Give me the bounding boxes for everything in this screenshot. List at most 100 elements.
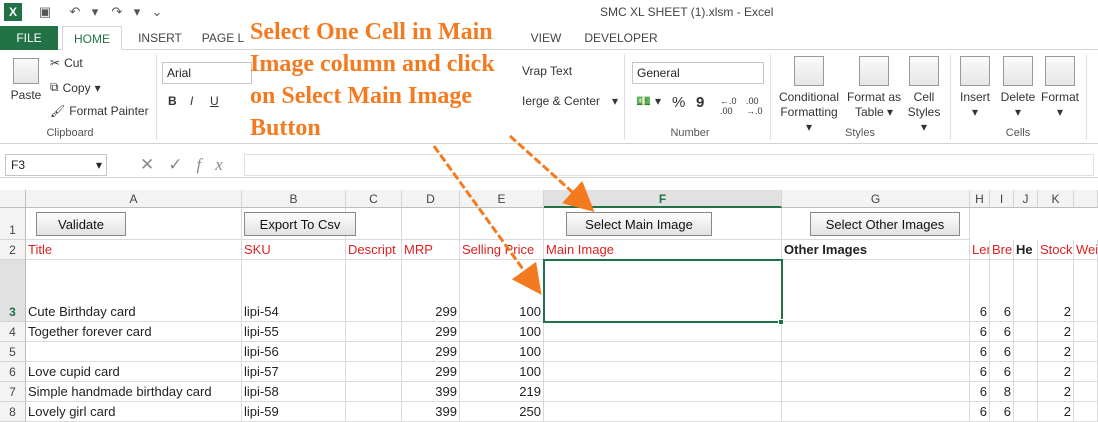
fill-handle[interactable] xyxy=(778,319,784,325)
cut-button[interactable]: ✂ Cut xyxy=(50,56,83,70)
cell-g5[interactable] xyxy=(782,342,970,362)
cell-f8[interactable] xyxy=(544,402,782,422)
column-header-a[interactable]: A xyxy=(26,190,242,208)
tab-home[interactable]: HOME xyxy=(62,26,122,50)
row-header-1[interactable]: 1 xyxy=(0,208,26,240)
cell-h6[interactable]: 6 xyxy=(970,362,990,382)
redo-dropdown-icon[interactable]: ▾ xyxy=(128,3,146,21)
cell-j8[interactable] xyxy=(1014,402,1038,422)
header-stock[interactable]: Stock xyxy=(1038,240,1074,260)
cell-h5[interactable]: 6 xyxy=(970,342,990,362)
header-description[interactable]: Descript xyxy=(346,240,402,260)
row-header-8[interactable]: 8 xyxy=(0,402,26,422)
comma-style-button[interactable]: 9 xyxy=(696,94,704,111)
customize-qat-icon[interactable]: ⌄ xyxy=(148,3,166,21)
tab-file[interactable]: FILE xyxy=(0,26,58,50)
cell-k7[interactable]: 2 xyxy=(1038,382,1074,402)
cell-l5[interactable] xyxy=(1074,342,1098,362)
cell-h8[interactable]: 6 xyxy=(970,402,990,422)
copy-button[interactable]: ⧉ Copy ▾ xyxy=(50,80,101,95)
cell-c8[interactable] xyxy=(346,402,402,422)
cell-a8[interactable]: Lovely girl card xyxy=(26,402,242,422)
cell-i8[interactable]: 6 xyxy=(990,402,1014,422)
merge-center-button[interactable]: Ierge & Center ▾ xyxy=(522,94,618,108)
row-header-4[interactable]: 4 xyxy=(0,322,26,342)
conditional-formatting-button[interactable]: Conditional Formatting ▾ xyxy=(776,56,842,135)
undo-icon[interactable]: ↶ xyxy=(66,3,84,21)
cell-h3[interactable]: 6 xyxy=(970,260,990,322)
cell-e3[interactable]: 100 xyxy=(460,260,544,322)
cell-d6[interactable]: 299 xyxy=(402,362,460,382)
column-header-e[interactable]: E xyxy=(460,190,544,208)
tab-page-layout[interactable]: PAGE L xyxy=(198,26,248,50)
delete-cells-button[interactable]: Delete ▾ xyxy=(998,56,1038,120)
cell-d4[interactable]: 299 xyxy=(402,322,460,342)
header-selling-price[interactable]: Selling Price xyxy=(460,240,544,260)
cell-b7[interactable]: lipi-58 xyxy=(242,382,346,402)
cell-f4[interactable] xyxy=(544,322,782,342)
selected-cell-f3[interactable] xyxy=(543,259,783,323)
cell-styles-button[interactable]: Cell Styles ▾ xyxy=(904,56,944,135)
column-header-j[interactable]: J xyxy=(1014,190,1038,208)
tab-insert[interactable]: INSERT xyxy=(130,26,190,50)
accounting-format-button[interactable]: 💵 ▾ xyxy=(636,94,661,108)
column-header-b[interactable]: B xyxy=(242,190,346,208)
format-cells-button[interactable]: Format ▾ xyxy=(1038,56,1082,120)
cell-a3[interactable]: Cute Birthday card xyxy=(26,260,242,322)
format-painter-button[interactable]: 🖌 Format Painter xyxy=(50,104,149,118)
cell-c5[interactable] xyxy=(346,342,402,362)
cell-k8[interactable]: 2 xyxy=(1038,402,1074,422)
underline-button[interactable]: U xyxy=(210,94,219,108)
insert-function-icon[interactable]: fx xyxy=(197,155,237,174)
header-main-image[interactable]: Main Image xyxy=(544,240,782,260)
cell-e4[interactable]: 100 xyxy=(460,322,544,342)
row-header-7[interactable]: 7 xyxy=(0,382,26,402)
cell-l4[interactable] xyxy=(1074,322,1098,342)
cell-d7[interactable]: 399 xyxy=(402,382,460,402)
cell-k5[interactable]: 2 xyxy=(1038,342,1074,362)
wrap-text-button[interactable]: Vrap Text xyxy=(522,64,572,78)
cell-g8[interactable] xyxy=(782,402,970,422)
cell-j7[interactable] xyxy=(1014,382,1038,402)
header-length[interactable]: Ler xyxy=(970,240,990,260)
cell-e5[interactable]: 100 xyxy=(460,342,544,362)
cell-i4[interactable]: 6 xyxy=(990,322,1014,342)
cell-g6[interactable] xyxy=(782,362,970,382)
export-csv-button[interactable]: Export To Csv xyxy=(244,212,356,236)
select-all-corner[interactable] xyxy=(0,190,26,208)
cell-e6[interactable]: 100 xyxy=(460,362,544,382)
cell-l8[interactable] xyxy=(1074,402,1098,422)
cell-b8[interactable]: lipi-59 xyxy=(242,402,346,422)
cell-b4[interactable]: lipi-55 xyxy=(242,322,346,342)
cell-h4[interactable]: 6 xyxy=(970,322,990,342)
tab-developer[interactable]: DEVELOPER xyxy=(580,26,662,50)
cell-d5[interactable]: 299 xyxy=(402,342,460,362)
cell-a6[interactable]: Love cupid card xyxy=(26,362,242,382)
cell-l6[interactable] xyxy=(1074,362,1098,382)
validate-button[interactable]: Validate xyxy=(36,212,126,236)
cell-d8[interactable]: 399 xyxy=(402,402,460,422)
tab-view[interactable]: VIEW xyxy=(524,26,568,50)
save-icon[interactable]: ▣ xyxy=(36,3,54,21)
increase-decimal-button[interactable]: ←.0.00 xyxy=(720,96,737,116)
enter-icon[interactable]: ✓ xyxy=(168,155,196,174)
column-header-k[interactable]: K xyxy=(1038,190,1074,208)
format-as-table-button[interactable]: Format as Table ▾ xyxy=(846,56,902,120)
cell-d1[interactable] xyxy=(402,208,460,240)
cell-i5[interactable]: 6 xyxy=(990,342,1014,362)
select-other-images-button[interactable]: Select Other Images xyxy=(810,212,960,236)
cell-h7[interactable]: 6 xyxy=(970,382,990,402)
insert-cells-button[interactable]: Insert ▾ xyxy=(956,56,994,120)
cell-f5[interactable] xyxy=(544,342,782,362)
row-header-2[interactable]: 2 xyxy=(0,240,26,260)
cell-a5[interactable] xyxy=(26,342,242,362)
cell-j3[interactable] xyxy=(1014,260,1038,322)
paste-button[interactable]: Paste xyxy=(8,58,44,103)
cell-b3[interactable]: lipi-54 xyxy=(242,260,346,322)
formula-input[interactable] xyxy=(244,154,1094,176)
header-other-images[interactable]: Other Images xyxy=(782,240,970,260)
decrease-decimal-button[interactable]: .00 →.0 xyxy=(746,96,763,116)
select-main-image-button[interactable]: Select Main Image xyxy=(566,212,712,236)
cell-a4[interactable]: Together forever card xyxy=(26,322,242,342)
cell-i7[interactable]: 8 xyxy=(990,382,1014,402)
